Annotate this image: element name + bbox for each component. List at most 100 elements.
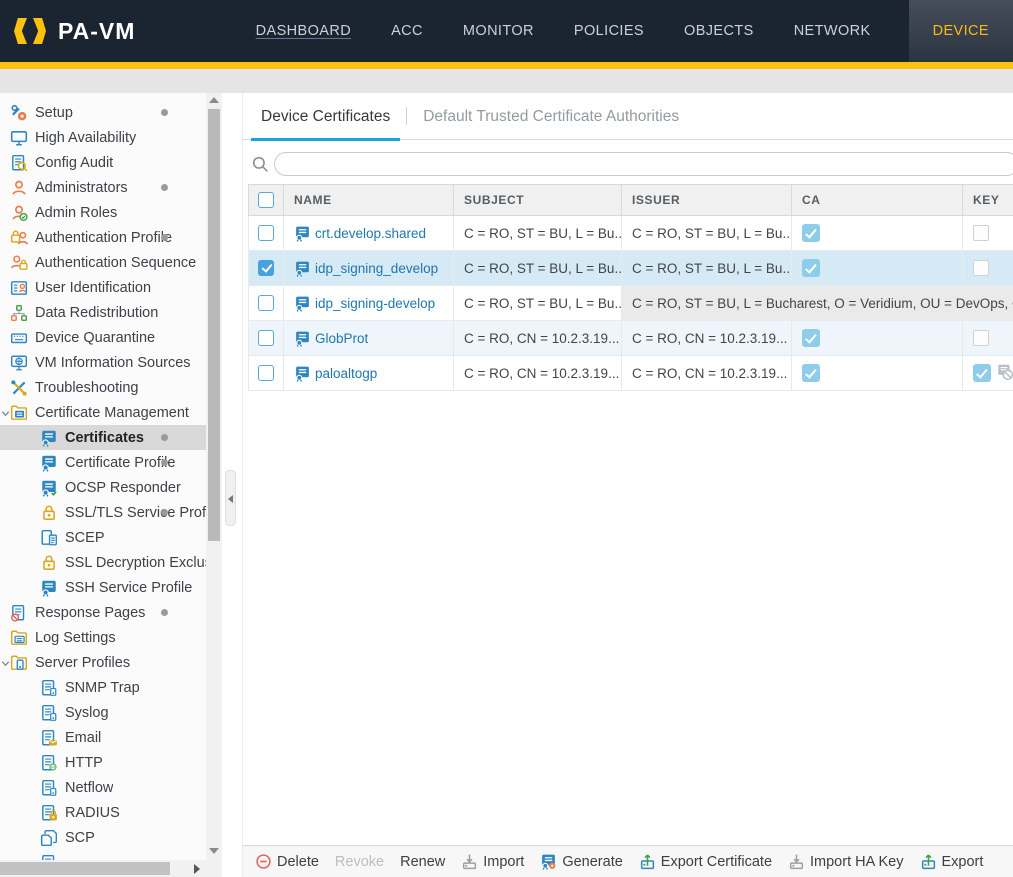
table-row[interactable]: GlobProtC = RO, CN = 10.2.3.19...C = RO,…: [248, 321, 1013, 356]
sidebar-item-ssh-service-profile[interactable]: SSH Service Profile: [0, 575, 206, 600]
setup-icon: [10, 104, 28, 122]
sidebar-item-certificates[interactable]: Certificates: [0, 425, 206, 450]
row-checkbox[interactable]: [258, 365, 274, 381]
sidebar-item-server-profiles[interactable]: Server Profiles: [0, 650, 206, 675]
select-all-checkbox-cell: [248, 184, 284, 216]
sidebar-item-label: Netflow: [65, 780, 113, 796]
nav-item-device[interactable]: DEVICE: [909, 0, 1013, 62]
export-button[interactable]: Export: [920, 853, 984, 870]
horizontal-scroll-thumb[interactable]: [0, 862, 170, 875]
table-row[interactable]: paloaltogpC = RO, CN = 10.2.3.19...C = R…: [248, 356, 1013, 391]
sidebar-item-ssl-tls-service-profile[interactable]: SSL/TLS Service Profile: [0, 500, 206, 525]
sidebar-item-authentication-profile[interactable]: Authentication Profile: [0, 225, 206, 250]
sidebar-item-ssl-decryption-exclusio[interactable]: SSL Decryption Exclusio: [0, 550, 206, 575]
sidebar-item-ocsp-responder[interactable]: OCSP Responder: [0, 475, 206, 500]
certificate-link[interactable]: idp_signing-develop: [294, 295, 435, 312]
table-row[interactable]: idp_signing_developC = RO, ST = BU, L = …: [248, 251, 1013, 286]
sidebar-item-log-settings[interactable]: Log Settings: [0, 625, 206, 650]
sidebar-item-certificate-profile[interactable]: Certificate Profile: [0, 450, 206, 475]
sidebar-item-admin-roles[interactable]: Admin Roles: [0, 200, 206, 225]
sidebar-item-syslog[interactable]: Syslog: [0, 700, 206, 725]
sidebar-item-troubleshooting[interactable]: Troubleshooting: [0, 375, 206, 400]
scroll-right-arrow-icon[interactable]: [194, 864, 200, 874]
chevron-down-icon[interactable]: [0, 407, 11, 418]
sidebar-item-label: User Identification: [35, 280, 151, 296]
table-row[interactable]: idp_signing-developC = RO, ST = BU, L = …: [248, 286, 1013, 321]
sidebar-item-http[interactable]: HTTP: [0, 750, 206, 775]
subject-cell: C = RO, CN = 10.2.3.19...: [454, 356, 622, 390]
ca-cell: [792, 321, 963, 355]
table-row[interactable]: crt.develop.sharedC = RO, ST = BU, L = B…: [248, 216, 1013, 251]
row-checkbox[interactable]: [258, 225, 274, 241]
sidebar-item-data-redistribution[interactable]: Data Redistribution: [0, 300, 206, 325]
import-button[interactable]: Import: [461, 853, 524, 870]
nav-item-acc[interactable]: ACC: [371, 0, 443, 62]
column-header-key[interactable]: KEY: [963, 184, 1013, 216]
top-navbar: PA-VM DASHBOARDACCMONITORPOLICIESOBJECTS…: [0, 0, 1013, 62]
row-checkbox[interactable]: [258, 260, 274, 276]
row-checkbox[interactable]: [258, 330, 274, 346]
row-checkbox-cell: [248, 356, 284, 390]
delete-button[interactable]: Delete: [255, 853, 319, 870]
vertical-scroll-thumb[interactable]: [208, 109, 220, 541]
sidebar-item-setup[interactable]: Setup: [0, 100, 206, 125]
sidebar-item-high-availability[interactable]: High Availability: [0, 125, 206, 150]
name-cell: idp_signing_develop: [284, 251, 454, 285]
certificate-link[interactable]: paloaltogp: [294, 365, 377, 382]
column-header-subject[interactable]: SUBJECT: [454, 184, 622, 216]
key-checked-icon: [973, 364, 991, 382]
select-all-checkbox[interactable]: [258, 192, 274, 208]
column-header-issuer[interactable]: ISSUER: [622, 184, 792, 216]
admin-roles-icon: [10, 204, 28, 222]
sidebar-item-administrators[interactable]: Administrators: [0, 175, 206, 200]
sidebar-vertical-scrollbar[interactable]: [206, 93, 222, 860]
renew-button[interactable]: Renew: [400, 854, 445, 870]
nav-item-objects[interactable]: OBJECTS: [664, 0, 774, 62]
sidebar-item-response-pages[interactable]: Response Pages: [0, 600, 206, 625]
certificate-link[interactable]: idp_signing_develop: [294, 260, 438, 277]
nav-item-monitor[interactable]: MONITOR: [443, 0, 554, 62]
import-ha-key-button[interactable]: Import HA Key: [788, 853, 903, 870]
search-input[interactable]: [274, 152, 1013, 176]
certificate-link[interactable]: crt.develop.shared: [294, 225, 426, 242]
scroll-down-arrow-icon[interactable]: [209, 848, 219, 854]
nav-item-policies[interactable]: POLICIES: [554, 0, 664, 62]
nav-item-network[interactable]: NETWORK: [774, 0, 891, 62]
scp-icon: [40, 829, 58, 847]
sidebar-item-netflow[interactable]: Netflow: [0, 775, 206, 800]
certificate-link[interactable]: GlobProt: [294, 330, 368, 347]
sidebar-item-label: Admin Roles: [35, 205, 117, 221]
sidebar-item-user-identification[interactable]: User Identification: [0, 275, 206, 300]
generate-button[interactable]: Generate: [540, 853, 622, 870]
chevron-down-icon[interactable]: [0, 657, 11, 668]
sidebar-item-label: SSH Service Profile: [65, 580, 192, 596]
scroll-up-arrow-icon[interactable]: [209, 97, 219, 103]
sidebar-item-vm-information-sources[interactable]: VM Information Sources: [0, 350, 206, 375]
sidebar-item-label: SNMP Trap: [65, 680, 140, 696]
export-certificate-button[interactable]: Export Certificate: [639, 853, 772, 870]
sidebar-item-scp[interactable]: SCP: [0, 825, 206, 850]
column-header-ca[interactable]: CA: [792, 184, 963, 216]
device-quarantine-icon: [10, 329, 28, 347]
row-checkbox[interactable]: [258, 295, 274, 311]
ca-cell: [792, 216, 963, 250]
sidebar-item-email[interactable]: Email: [0, 725, 206, 750]
sidebar-item-radius[interactable]: RADIUS: [0, 800, 206, 825]
sidebar-collapse-handle[interactable]: [225, 470, 236, 526]
syslog-icon: [40, 704, 58, 722]
nav-item-dashboard[interactable]: DASHBOARD: [236, 0, 371, 62]
import-icon: [461, 853, 478, 870]
tab-device-certificates[interactable]: Device Certificates: [251, 108, 400, 139]
sidebar-horizontal-scrollbar[interactable]: [0, 860, 222, 877]
key-cell: [963, 216, 1013, 250]
sidebar-item-snmp-trap[interactable]: SNMP Trap: [0, 675, 206, 700]
sidebar-item-authentication-sequence[interactable]: Authentication Sequence: [0, 250, 206, 275]
generate-icon: [540, 853, 557, 870]
sidebar-item-device-quarantine[interactable]: Device Quarantine: [0, 325, 206, 350]
sidebar-item-label: SSL/TLS Service Profile: [65, 505, 206, 521]
sidebar-item-scep[interactable]: SCEP: [0, 525, 206, 550]
column-header-name[interactable]: NAME: [284, 184, 454, 216]
sidebar-item-config-audit[interactable]: Config Audit: [0, 150, 206, 175]
sidebar-item-certificate-management[interactable]: Certificate Management: [0, 400, 206, 425]
tab-default-trusted-certificate-authorities[interactable]: Default Trusted Certificate Authorities: [413, 108, 689, 139]
